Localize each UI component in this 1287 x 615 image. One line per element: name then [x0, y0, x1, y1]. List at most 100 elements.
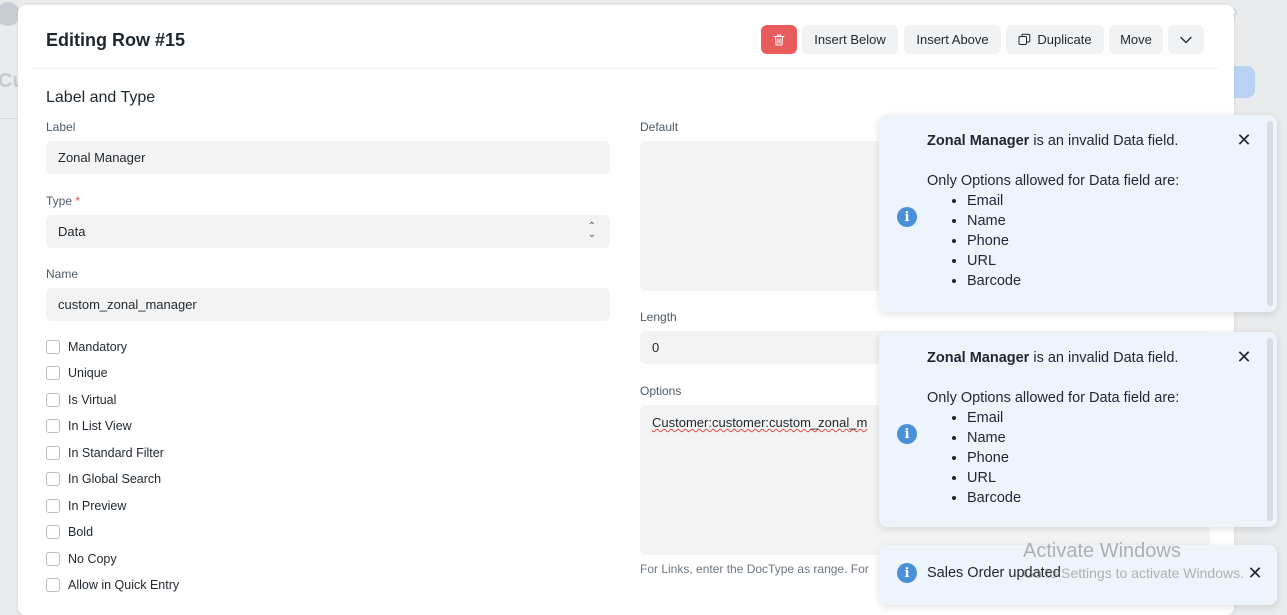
type-select-value: Data [58, 224, 86, 239]
checkbox-row[interactable]: Bold [46, 525, 93, 539]
insert-above-button[interactable]: Insert Above [904, 25, 1001, 54]
list-item: URL [967, 468, 1227, 488]
checkbox-label: In Preview [68, 499, 127, 513]
list-item: URL [967, 251, 1227, 271]
list-item: Email [967, 408, 1227, 428]
options-field-label: Options [640, 384, 682, 398]
more-actions-button[interactable] [1168, 25, 1204, 54]
checkbox[interactable] [46, 419, 60, 433]
required-mark: * [75, 194, 81, 208]
checkbox-label: Allow in Quick Entry [68, 578, 180, 592]
list-item: Email [967, 191, 1227, 211]
checkbox[interactable] [46, 499, 60, 513]
checkbox-label: In Standard Filter [68, 446, 164, 460]
duplicate-label: Duplicate [1037, 32, 1092, 47]
move-button[interactable]: Move [1109, 25, 1163, 54]
options-help-text: For Links, enter the DocType as range. F… [640, 562, 869, 576]
toast-intro: Only Options allowed for Data field are: [927, 173, 1180, 189]
duplicate-button[interactable]: Duplicate [1006, 25, 1104, 54]
toast-field-name: Zonal Manager [927, 350, 1030, 366]
name-input[interactable]: custom_zonal_manager [46, 288, 610, 321]
checkbox-label: Unique [68, 366, 108, 380]
toast-field-name: Zonal Manager [927, 133, 1030, 149]
toast-scrollbar[interactable] [1267, 121, 1273, 306]
info-icon: i [897, 207, 917, 227]
label-input[interactable]: Zonal Manager [46, 141, 610, 174]
allowed-options-list: Email Name Phone URL Barcode [927, 191, 1227, 291]
default-field-label: Default [640, 120, 679, 134]
close-icon[interactable]: ✕ [1235, 348, 1253, 366]
options-textarea-value: Customer:customer:custom_zonal_m [652, 415, 868, 430]
dialog-header: Editing Row #15 Insert Below Insert Abov… [18, 5, 1234, 69]
length-input-value: 0 [652, 340, 660, 355]
dialog-title: Editing Row #15 [46, 30, 186, 50]
checkbox[interactable] [46, 366, 60, 380]
checkbox-row[interactable]: Mandatory [46, 340, 127, 354]
checkbox-row[interactable]: Allow in Quick Entry [46, 578, 179, 592]
checkbox-row[interactable]: Is Virtual [46, 393, 116, 407]
label-field-label: Label [46, 120, 76, 134]
allowed-options-list: Email Name Phone URL Barcode [927, 408, 1227, 508]
checkbox[interactable] [46, 552, 60, 566]
type-select[interactable]: Data ⌃ ⌄ [46, 215, 610, 248]
checkbox[interactable] [46, 393, 60, 407]
copy-icon [1018, 33, 1031, 45]
error-toast: i Zonal Manager is an invalid Data field… [879, 332, 1277, 527]
label-input-value: Zonal Manager [58, 150, 146, 165]
checkbox-label: No Copy [68, 552, 117, 566]
toast-message: Zonal Manager is an invalid Data field. … [927, 348, 1227, 508]
insert-below-button[interactable]: Insert Below [802, 25, 898, 54]
toast-message: Zonal Manager is an invalid Data field. … [927, 131, 1227, 291]
watermark-title: Activate Windows [1023, 540, 1181, 562]
checkbox-label: Mandatory [68, 340, 128, 354]
type-field-label: Type * [46, 194, 80, 208]
insert-above-label: Insert Above [916, 32, 989, 47]
info-icon: i [897, 563, 917, 583]
checkbox-row[interactable]: In Global Search [46, 472, 161, 486]
chevron-down-icon [1180, 36, 1192, 43]
list-item: Phone [967, 448, 1227, 468]
length-field-label: Length [640, 310, 677, 324]
checkbox-row[interactable]: In Preview [46, 499, 126, 513]
checkbox-row[interactable]: In Standard Filter [46, 446, 164, 460]
error-toast: i Zonal Manager is an invalid Data field… [879, 115, 1277, 312]
insert-below-label: Insert Below [814, 32, 886, 47]
list-item: Name [967, 211, 1227, 231]
move-label: Move [1120, 32, 1152, 47]
checkbox-row[interactable]: No Copy [46, 552, 117, 566]
checkbox-row[interactable]: In List View [46, 419, 132, 433]
list-item: Barcode [967, 271, 1227, 291]
name-input-value: custom_zonal_manager [58, 297, 197, 312]
list-item: Phone [967, 231, 1227, 251]
checkbox-label: Is Virtual [68, 393, 117, 407]
checkbox-label: In List View [68, 419, 132, 433]
close-icon[interactable]: ✕ [1246, 564, 1264, 582]
checkbox[interactable] [46, 525, 60, 539]
watermark-subtitle: Go to Settings to activate Windows. [1023, 565, 1244, 581]
toast-error-text: is an invalid Data field. [1029, 350, 1179, 366]
toast-scrollbar[interactable] [1267, 338, 1273, 521]
checkbox[interactable] [46, 578, 60, 592]
list-item: Barcode [967, 488, 1227, 508]
checkbox[interactable] [46, 340, 60, 354]
activate-windows-watermark: Activate Windows Go to Settings to activ… [1023, 540, 1244, 581]
select-arrows-icon: ⌃ ⌄ [587, 221, 596, 240]
delete-row-button[interactable] [761, 25, 797, 54]
toast-intro: Only Options allowed for Data field are: [927, 390, 1180, 406]
close-icon[interactable]: ✕ [1235, 131, 1253, 149]
toast-error-text: is an invalid Data field. [1029, 133, 1179, 149]
type-label-text: Type [46, 194, 73, 208]
checkbox[interactable] [46, 472, 60, 486]
checkbox-label: Bold [68, 525, 94, 539]
checkbox-label: In Global Search [68, 472, 162, 486]
list-item: Name [967, 428, 1227, 448]
checkbox-row[interactable]: Unique [46, 366, 108, 380]
app-logo [0, 2, 20, 26]
trash-icon [773, 33, 785, 46]
info-icon: i [897, 424, 917, 444]
name-field-label: Name [46, 267, 79, 281]
section-title: Label and Type [46, 89, 156, 106]
header-divider [32, 68, 1218, 69]
checkbox[interactable] [46, 446, 60, 460]
background-divider [0, 118, 20, 119]
